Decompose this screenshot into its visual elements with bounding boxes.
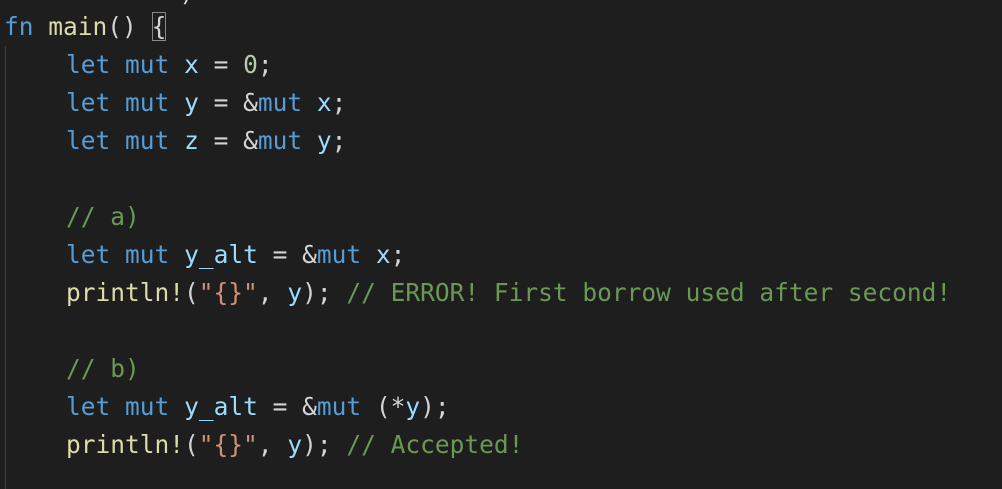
code-token: x: [184, 50, 199, 79]
code-line[interactable]: let mut x = 0;: [4, 46, 273, 84]
code-token: y: [287, 278, 303, 307]
code-token: y_alt: [184, 392, 258, 421]
matched-brace: {: [151, 12, 167, 41]
code-token: main: [48, 12, 108, 41]
code-token: ;: [331, 126, 347, 155]
code-token: z: [184, 126, 199, 155]
code-line[interactable]: println!("{}", y); // Accepted!: [4, 426, 523, 464]
code-line[interactable]: // a): [4, 198, 140, 236]
code-line[interactable]: let mut y = &mut x;: [4, 84, 346, 122]
code-token: println!: [66, 278, 185, 307]
code-token: = &: [198, 126, 258, 155]
code-token: "{}": [198, 278, 258, 307]
code-line[interactable]: let mut y_alt = &mut (*y);: [4, 388, 450, 426]
code-token: let: [66, 88, 111, 117]
code-token: mut: [257, 88, 303, 117]
code-editor[interactable]: ) fn main() {let mut x = 0;let mut y = &…: [0, 0, 1002, 489]
code-token: println!: [66, 430, 185, 459]
code-token: (: [184, 430, 199, 459]
code-token: = &: [257, 240, 317, 269]
code-token: ,: [257, 278, 288, 307]
code-token: ;: [331, 88, 347, 117]
code-token: let: [66, 126, 111, 155]
code-token: );: [420, 392, 450, 421]
code-token: 0: [243, 50, 258, 79]
code-token: x: [316, 88, 332, 117]
code-line[interactable]: // b): [4, 350, 140, 388]
code-token: y_alt: [184, 240, 258, 269]
code-token: mut: [125, 240, 170, 269]
code-line[interactable]: let mut y_alt = &mut x;: [4, 236, 405, 274]
code-token: =: [198, 50, 244, 79]
code-token: ;: [390, 240, 406, 269]
code-token: "{}": [198, 430, 258, 459]
code-line[interactable]: let mut z = &mut y;: [4, 122, 346, 160]
code-token: let: [66, 392, 111, 421]
code-token: // Accepted!: [346, 430, 524, 459]
code-token: // a): [66, 202, 140, 231]
code-token: y: [405, 392, 421, 421]
code-token: mut: [125, 88, 170, 117]
code-token: = &: [257, 392, 317, 421]
code-token: );: [302, 278, 347, 307]
code-token: x: [375, 240, 391, 269]
code-token: let: [66, 240, 111, 269]
code-token: mut: [257, 126, 303, 155]
code-token: // ERROR! First borrow used after second…: [346, 278, 952, 307]
code-token: mut: [316, 392, 362, 421]
code-token: y: [287, 430, 303, 459]
code-token: (): [107, 12, 152, 41]
code-token: y: [316, 126, 332, 155]
code-token: mut: [125, 126, 170, 155]
code-line[interactable]: fn main() {: [4, 8, 167, 46]
code-token: mut: [316, 240, 362, 269]
code-token: mut: [125, 50, 170, 79]
code-token: let: [66, 50, 111, 79]
code-token: mut: [125, 392, 170, 421]
code-token: (*: [361, 392, 406, 421]
code-token: fn: [4, 12, 34, 41]
code-token: );: [302, 430, 347, 459]
code-token: // b): [66, 354, 140, 383]
code-line[interactable]: println!("{}", y); // ERROR! First borro…: [4, 274, 951, 312]
code-token: y: [184, 88, 199, 117]
code-token: = &: [198, 88, 258, 117]
code-token: ;: [257, 50, 273, 79]
code-token: (: [184, 278, 199, 307]
code-token: ,: [257, 430, 288, 459]
